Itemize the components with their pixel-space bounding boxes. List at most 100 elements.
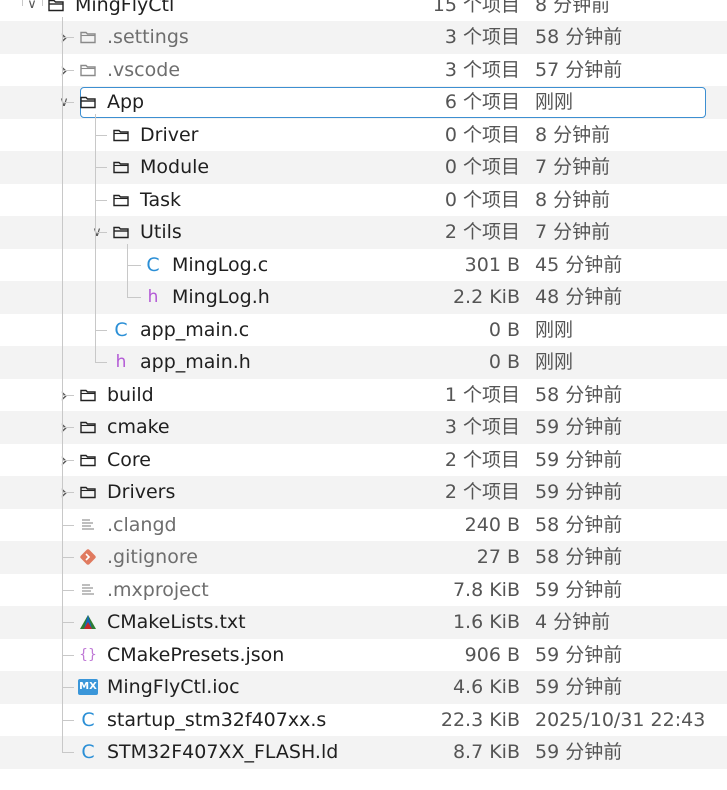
indent-guide: [62, 557, 74, 558]
tree-folder-row[interactable]: ∨App6 个项目刚刚: [0, 86, 727, 119]
folder-open-icon: [46, 0, 66, 21]
item-modified-time: 58 分钟前: [535, 513, 623, 536]
item-size: 27 B: [476, 546, 520, 568]
indent-guide: [62, 752, 74, 753]
item-size: 0 个项目: [444, 156, 520, 178]
tree-file-row[interactable]: MX MingFlyCtl.ioc 4.6 KiB 59 分钟前: [0, 671, 727, 704]
indent-guide: [62, 492, 74, 493]
item-name: MingFlyCtl: [75, 0, 175, 16]
folder-open-icon: [111, 216, 131, 249]
folder-icon: [111, 119, 131, 152]
item-modified-time: 59 分钟前: [535, 448, 623, 471]
indent-guide: [95, 329, 107, 331]
tree-folder-row[interactable]: ›.settings3 个项目58 分钟前: [0, 21, 727, 54]
item-name: .clangd: [107, 513, 177, 536]
item-name: build: [107, 383, 154, 406]
indent-guide: [62, 687, 74, 688]
item-modified-time: 8 分钟前: [535, 188, 611, 211]
indent-guide: [62, 394, 74, 396]
tree-file-row[interactable]: .gitignore 27 B 58 分钟前: [0, 541, 727, 574]
indent-guide: [127, 264, 141, 266]
h-file-icon: h: [115, 352, 127, 373]
indent-guide: [62, 69, 74, 71]
tree-folder-row[interactable]: ∨ MingFlyCtl 15 个项目 8 分钟前: [0, 0, 727, 21]
tree-file-row[interactable]: Capp_main.c 0 B 刚刚: [0, 314, 727, 347]
item-name: app_main.c: [140, 318, 250, 341]
item-name: Utils: [140, 221, 182, 243]
item-name: Drivers: [107, 481, 176, 503]
tree-folder-row[interactable]: ›cmake3 个项目59 分钟前: [0, 411, 727, 444]
indent-guide: [95, 134, 107, 136]
item-modified-time: 7 分钟前: [535, 156, 611, 178]
item-size: 301 B: [464, 253, 520, 276]
item-modified-time: 58 分钟前: [535, 26, 623, 48]
folder-icon: [78, 21, 98, 54]
tree-folder-row[interactable]: ›.vscode3 个项目57 分钟前: [0, 54, 727, 87]
tree-file-row[interactable]: CMakeLists.txt 1.6 KiB 4 分钟前: [0, 606, 727, 639]
tree-file-row[interactable]: .mxproject 7.8 KiB 59 分钟前: [0, 574, 727, 607]
item-modified-time: 59 分钟前: [535, 578, 623, 601]
item-name: .gitignore: [107, 546, 198, 568]
indent-guide: [62, 427, 74, 428]
text-file-icon: [78, 509, 98, 542]
indent-guide: [62, 102, 74, 103]
tree-folder-row[interactable]: ›Core2 个项目59 分钟前: [0, 444, 727, 477]
folder-icon: [78, 379, 98, 412]
item-size: 240 B: [464, 513, 520, 536]
folder-icon: [111, 184, 131, 217]
tree-folder-row[interactable]: ›build1 个项目58 分钟前: [0, 379, 727, 412]
folder-icon: [111, 151, 131, 184]
item-size: 0 B: [488, 351, 520, 373]
item-name: Core: [107, 448, 151, 471]
item-modified-time: 2025/10/31 22:43: [535, 708, 706, 731]
indent-guide: [62, 719, 74, 721]
item-name: Module: [140, 156, 210, 178]
item-modified-time: 8 分钟前: [535, 0, 611, 16]
item-modified-time: 45 分钟前: [535, 253, 623, 276]
indent-guide: [62, 622, 74, 623]
tree-folder-row[interactable]: ∨Utils2 个项目7 分钟前: [0, 216, 727, 249]
item-size: 8.7 KiB: [452, 741, 520, 763]
indent-guide: [127, 297, 141, 298]
c-file-icon: C: [81, 741, 95, 764]
item-name: STM32F407XX_FLASH.ld: [107, 741, 339, 763]
c-file-icon: C: [146, 253, 160, 276]
indent-guide: [95, 167, 107, 168]
item-size: 2.2 KiB: [452, 286, 520, 308]
tree-file-row[interactable]: C MingLog.c 301 B 45 分钟前: [0, 249, 727, 282]
indent-guide: [62, 654, 74, 656]
indent-guide: [22, 0, 23, 6]
tree-folder-row[interactable]: Task 0 个项目 8 分钟前: [0, 184, 727, 217]
tree-file-row[interactable]: C STM32F407XX_FLASH.ld 8.7 KiB 59 分钟前: [0, 736, 727, 769]
indent-guide: [95, 232, 107, 233]
folder-icon: [78, 444, 98, 477]
indent-guide: [95, 199, 107, 201]
tree-folder-row[interactable]: ›Drivers2 个项目59 分钟前: [0, 476, 727, 509]
item-modified-time: 59 分钟前: [535, 481, 623, 503]
indent-guide: [62, 37, 74, 38]
item-name: MingLog.h: [172, 286, 270, 308]
item-name: .mxproject: [107, 578, 209, 601]
chevron-down-icon[interactable]: ∨: [25, 0, 39, 21]
git-icon: [78, 541, 98, 574]
item-name: CMakePresets.json: [107, 643, 285, 666]
item-size: 22.3 KiB: [440, 708, 520, 731]
item-size: 1.6 KiB: [452, 611, 520, 633]
indent-guide: [95, 114, 96, 362]
item-name: .vscode: [107, 58, 181, 81]
item-modified-time: 刚刚: [535, 318, 574, 341]
item-modified-time: 刚刚: [535, 91, 574, 113]
tree-file-row[interactable]: {} CMakePresets.json 906 B 59 分钟前: [0, 639, 727, 672]
c-file-icon: C: [81, 708, 95, 731]
tree-folder-row[interactable]: Driver 0 个项目 8 分钟前: [0, 119, 727, 152]
item-name: app_main.h: [140, 351, 251, 373]
tree-folder-row[interactable]: Module 0 个项目 7 分钟前: [0, 151, 727, 184]
item-modified-time: 59 分钟前: [535, 416, 623, 438]
tree-file-row[interactable]: h app_main.h 0 B 刚刚: [0, 346, 727, 379]
tree-file-row[interactable]: h MingLog.h 2.2 KiB 48 分钟前: [0, 281, 727, 314]
item-size: 0 B: [488, 318, 520, 341]
indent-guide: [62, 589, 74, 591]
folder-icon: [78, 476, 98, 509]
tree-file-row[interactable]: .clangd 240 B 58 分钟前: [0, 509, 727, 542]
tree-file-row[interactable]: Cstartup_stm32f407xx.s 22.3 KiB 2025/10/31…: [0, 704, 727, 737]
